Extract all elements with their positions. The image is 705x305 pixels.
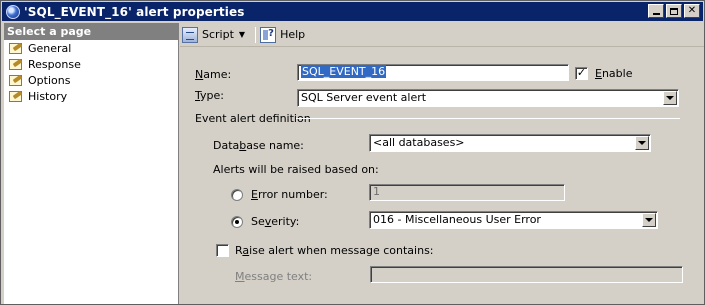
script-icon [182,26,198,43]
name-value: SQL_EVENT_16 [301,65,387,78]
error-number-input[interactable]: 1 [369,184,565,201]
chevron-down-icon[interactable] [642,213,656,227]
page-icon [8,42,24,55]
script-button[interactable]: Script ▼ [182,26,245,44]
error-number-radio[interactable] [231,189,243,201]
maximize-icon [670,7,678,15]
sidebar-item-general[interactable]: General [4,40,178,56]
minimize-button[interactable] [648,4,664,18]
app-icon [6,4,20,19]
help-icon [260,26,277,43]
window-controls: ✕ [648,4,700,18]
alert-properties-window: 'SQL_EVENT_16' alert properties ✕ Select… [0,0,705,305]
main-panel: Script ▼ Help Name: SQL_EVENT_16 ✓ Enabl… [180,23,704,304]
database-name-dropdown[interactable]: <all databases> [369,134,651,152]
page-icon [8,90,24,103]
sidebar-item-response[interactable]: Response [4,56,178,72]
page-icon [8,74,24,87]
chevron-down-icon[interactable] [663,91,677,105]
chevron-down-icon[interactable]: ▼ [239,30,245,39]
error-number-value: 1 [373,185,380,198]
raise-alert-checkbox[interactable] [216,244,229,257]
script-label: Script [202,28,234,41]
close-icon: ✕ [687,5,697,16]
minimize-icon [652,13,660,15]
help-button[interactable]: Help [260,26,305,44]
name-field[interactable]: SQL_EVENT_16 [297,64,569,81]
sidebar-item-options[interactable]: Options [4,72,178,88]
help-label: Help [280,28,306,41]
raise-alert-label: Raise alert when message contains: [235,244,434,257]
page-sidebar: Select a page General Response Options H… [4,23,179,304]
database-name-label: Database name: [213,139,304,152]
enable-checkbox[interactable]: ✓ [575,67,588,80]
close-button[interactable]: ✕ [684,4,700,18]
maximize-button[interactable] [666,4,682,18]
toolbar: Script ▼ Help [180,23,704,47]
chevron-down-icon[interactable] [635,136,649,150]
section-divider [296,118,680,119]
name-label: Name: [195,68,232,81]
section-event-alert-definition: Event alert definition [195,112,311,125]
type-value: SQL Server event alert [301,91,427,104]
type-label: Type: [195,89,224,102]
type-dropdown[interactable]: SQL Server event alert [297,89,679,107]
severity-radio[interactable] [231,216,243,228]
severity-dropdown[interactable]: 016 - Miscellaneous User Error [369,211,658,229]
database-value: <all databases> [373,136,465,149]
sidebar-item-label: General [28,41,72,55]
sidebar-item-label: History [28,89,68,103]
window-title: 'SQL_EVENT_16' alert properties [24,4,245,19]
sidebar-header: Select a page [4,23,178,40]
sidebar-item-label: Options [28,73,71,87]
message-text-label: Message text: [235,270,313,283]
title-bar[interactable]: 'SQL_EVENT_16' alert properties ✕ [2,2,703,21]
toolbar-separator [255,26,257,43]
severity-value: 016 - Miscellaneous User Error [373,213,541,226]
message-text-input[interactable] [370,266,683,283]
page-icon [8,58,24,71]
sidebar-item-label: Response [28,57,81,71]
severity-label: Severity: [251,215,300,228]
error-number-label: Error number: [251,188,328,201]
sidebar-item-history[interactable]: History [4,88,178,104]
enable-label: Enable [595,67,633,80]
alerts-raised-label: Alerts will be raised based on: [213,163,379,176]
